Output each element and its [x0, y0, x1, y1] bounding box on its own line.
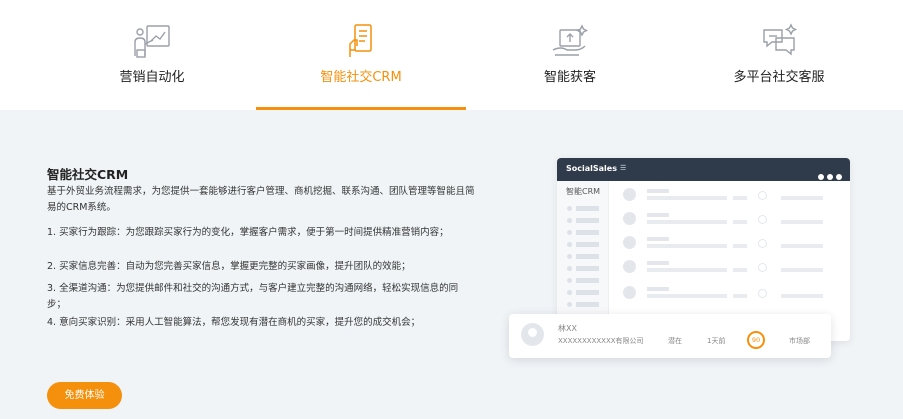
customer-score-badge: 90 — [747, 331, 765, 349]
mockup-list-row — [623, 188, 843, 202]
mockup-brand: SocialSales — [566, 164, 617, 173]
multi-platform-service-icon — [758, 22, 800, 60]
mockup-list-row — [623, 260, 843, 274]
tab-label: 智能社交CRM — [320, 70, 402, 85]
tab-label: 多平台社交客服 — [733, 70, 825, 85]
free-trial-button[interactable]: 免费体验 — [47, 382, 122, 409]
feature-tab-bar: 营销自动化 智能社交CRM 智能获客 多平台社交客服 — [0, 0, 903, 110]
mockup-sidebar-title: 智能CRM — [566, 187, 601, 196]
sidebar-placeholder — [567, 254, 599, 259]
more-dots-icon — [815, 165, 842, 184]
sidebar-placeholder — [567, 206, 599, 211]
feature-item: 4. 意向买家识别：采用人工智能算法，帮您发现有潜在商机的买家，提升您的成交机会… — [47, 317, 421, 328]
section-intro: 基于外贸业务流程需求，为您提供一套能够进行客户管理、商机挖掘、联系沟通、团队管理… — [47, 186, 475, 213]
customer-name: 林XX — [558, 324, 577, 333]
tab-social-crm[interactable]: 智能社交CRM — [256, 0, 466, 110]
mockup-list-row — [623, 212, 843, 226]
feature-item: 3. 全渠道沟通：为您提供邮件和社交的沟通方式，与客户建立完整的沟通网络，轻松实… — [47, 283, 459, 310]
customer-card: 林XX XXXXXXXXXXXX有限公司 潜在 1天前 90 市场部 — [509, 314, 831, 358]
tab-label: 智能获客 — [543, 70, 596, 85]
mockup-list-row — [623, 286, 843, 300]
section-title: 智能社交CRM — [47, 167, 129, 182]
avatar — [521, 323, 544, 346]
feature-item: 1. 买家行为跟踪：为您跟踪买家行为的变化，掌握客户需求，便于第一时间提供精准营… — [47, 227, 449, 238]
tab-label: 营销自动化 — [119, 70, 185, 85]
tab-marketing-automation[interactable]: 营销自动化 — [47, 0, 257, 110]
tab-customer-acquisition[interactable]: 智能获客 — [465, 0, 675, 110]
social-crm-icon — [340, 22, 382, 60]
mockup-title-bar: SocialSales ☰ — [557, 158, 850, 181]
sidebar-placeholder — [567, 278, 599, 283]
sidebar-placeholder — [567, 290, 599, 295]
feature-item: 2. 买家信息完善：自动为您完善买家信息，掌握更完整的买家画像，提升团队的效能； — [47, 261, 411, 272]
tab-multi-platform-service[interactable]: 多平台社交客服 — [674, 0, 884, 110]
mockup-list-row — [623, 236, 843, 250]
marketing-automation-icon — [131, 22, 173, 60]
customer-department: 市场部 — [789, 337, 810, 345]
sidebar-placeholder — [567, 242, 599, 247]
sidebar-placeholder — [567, 218, 599, 223]
sidebar-placeholder — [567, 266, 599, 271]
customer-acquisition-icon — [549, 22, 591, 60]
sidebar-placeholder — [567, 230, 599, 235]
last-contact: 1天前 — [707, 337, 726, 345]
menu-icon: ☰ — [620, 164, 627, 172]
customer-company: XXXXXXXXXXXX有限公司 — [558, 337, 644, 345]
customer-status: 潜在 — [668, 337, 682, 345]
sidebar-placeholder — [567, 302, 599, 307]
